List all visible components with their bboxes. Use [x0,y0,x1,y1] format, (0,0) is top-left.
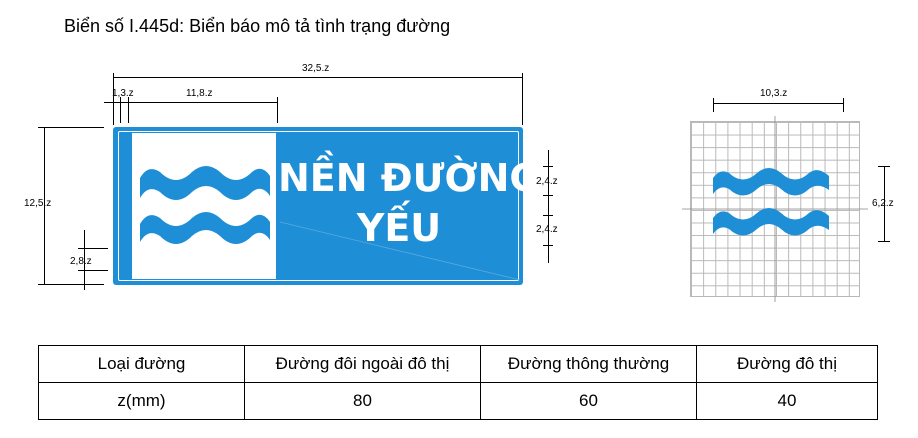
table-header-cell: Đường đô thị [696,345,878,383]
table-header-cell: Đường đôi ngoài đô thị [244,345,481,383]
table-header-row: Loại đường Đường đôi ngoài đô thị Đường … [38,345,878,383]
table-cell: 40 [696,382,878,420]
size-table: Loại đường Đường đôi ngoài đô thị Đường … [38,345,878,420]
grid-upper-wave-icon [713,168,829,196]
table-cell: 60 [480,382,697,420]
table-row: z(mm) 80 60 40 [38,382,878,420]
dim-grid-height: 6,2.z [872,198,894,209]
table-cell: z(mm) [38,382,245,420]
table-cell: 80 [244,382,481,420]
grid-lower-wave-icon [713,208,829,236]
table-header-cell: Loại đường [38,345,245,383]
table-header-cell: Đường thông thường [480,345,697,383]
ext-line-grid-bottom [878,241,890,242]
ext-line-grid-top [878,166,890,167]
